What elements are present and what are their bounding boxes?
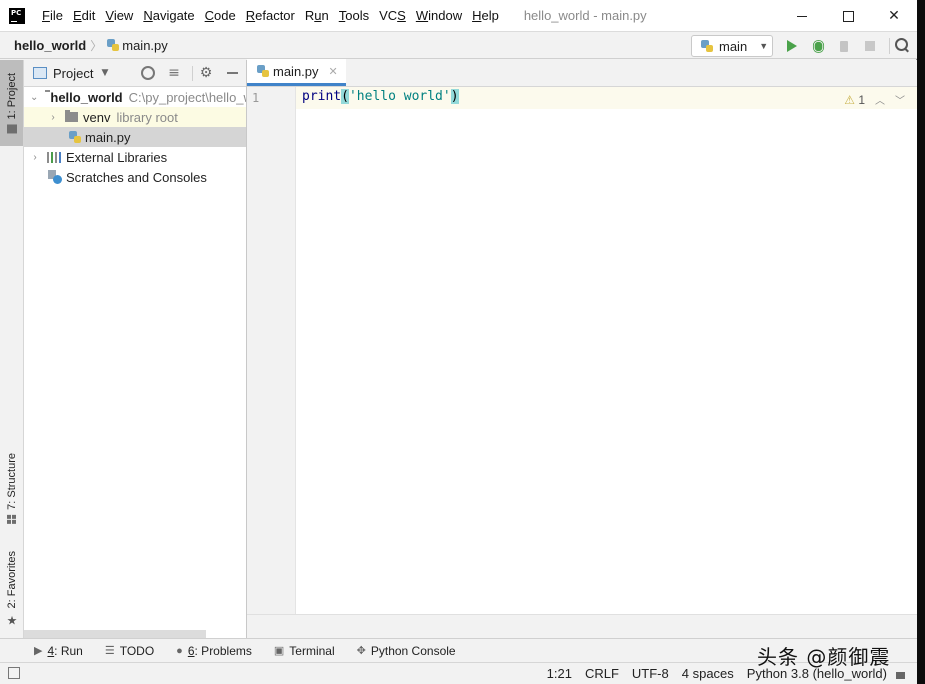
close-icon: ✕: [888, 8, 900, 24]
project-tool-button[interactable]: 1: Project: [0, 60, 23, 146]
structure-tool-button[interactable]: 7: Structure: [0, 445, 23, 531]
chevron-right-icon[interactable]: ›: [48, 112, 58, 123]
python-file-icon: [107, 39, 120, 51]
project-panel-header: Project ▼: [24, 60, 246, 87]
maximize-button[interactable]: [825, 0, 871, 32]
list-icon: ☰: [104, 645, 115, 657]
gear-icon[interactable]: [198, 65, 214, 81]
navigation-bar: hello_world 〉 main.py main ▼: [0, 32, 917, 59]
menu-item-tools[interactable]: Tools: [334, 8, 374, 23]
pycharm-logo-icon: PC: [9, 7, 25, 24]
python-icon: [701, 40, 713, 52]
editor-tabs: main.py ✕: [247, 59, 917, 87]
breadcrumb-project[interactable]: hello_world: [14, 38, 86, 53]
menu-item-help[interactable]: Help: [467, 8, 504, 23]
python-console-tool-tab[interactable]: ✥ Python Console: [357, 644, 456, 658]
terminal-tool-tab[interactable]: ▣ Terminal: [274, 644, 335, 658]
favorites-tool-button[interactable]: ★ 2: Favorites: [0, 544, 23, 634]
collapse-all-icon[interactable]: [166, 65, 182, 81]
project-view-select[interactable]: Project: [53, 66, 93, 81]
line-separator[interactable]: CRLF: [585, 666, 619, 681]
run-configuration-select[interactable]: main ▼: [691, 35, 773, 57]
menu-item-view[interactable]: View: [100, 8, 138, 23]
libraries-icon: [47, 151, 61, 163]
menu-item-window[interactable]: Window: [411, 8, 467, 23]
menu-item-code[interactable]: Code: [200, 8, 241, 23]
chevron-down-icon[interactable]: ⌄: [30, 92, 38, 103]
toolbar-divider: [889, 38, 890, 54]
stop-button[interactable]: [860, 36, 880, 56]
locate-file-icon[interactable]: [140, 65, 156, 81]
watermark-text: 头条 @颜御震: [757, 645, 891, 669]
menu-item-navigate[interactable]: Navigate: [138, 8, 199, 23]
search-everywhere-button[interactable]: [893, 36, 913, 56]
info-icon: ●: [176, 644, 183, 657]
chevron-down-icon[interactable]: ▼: [101, 68, 108, 78]
line-number: 1: [252, 91, 260, 105]
close-tab-icon[interactable]: ✕: [329, 65, 338, 78]
menu-item-refactor[interactable]: Refactor: [241, 8, 300, 23]
tree-item-scratches[interactable]: Scratches and Consoles: [24, 167, 246, 187]
todo-tool-tab[interactable]: ☰ TODO: [105, 644, 154, 658]
structure-icon: [7, 514, 16, 524]
file-encoding[interactable]: UTF-8: [632, 666, 669, 681]
breadcrumb-file[interactable]: main.py: [107, 38, 168, 53]
menu-item-file[interactable]: File: [37, 8, 68, 23]
folder-icon: [6, 124, 17, 134]
menu-item-run[interactable]: Run: [300, 8, 334, 23]
editor-bottom-strip: [247, 614, 917, 638]
horizontal-scrollbar[interactable]: [24, 630, 206, 638]
menu-item-edit[interactable]: Edit: [68, 8, 100, 23]
debug-button[interactable]: [808, 36, 828, 56]
toggle-tool-windows-icon[interactable]: [8, 667, 20, 679]
chevron-down-icon: ▼: [759, 41, 769, 51]
scratches-icon: [48, 170, 62, 184]
editor-gutter: 1: [247, 87, 296, 614]
project-panel: Project ▼ ⌄ hello_world C:\py_project\he…: [24, 60, 247, 638]
menu-item-vcs[interactable]: VCS: [374, 8, 411, 23]
terminal-icon: ▣: [273, 645, 285, 657]
lock-icon[interactable]: [896, 672, 905, 679]
project-tree: ⌄ hello_world C:\py_project\hello_world …: [24, 87, 246, 187]
star-icon: ★: [4, 613, 19, 628]
previous-highlight-icon[interactable]: ︿: [875, 92, 885, 107]
title-bar: PC File Edit View Navigate Code Refactor Run To…: [0, 0, 917, 32]
pycharm-window: PC File Edit View Navigate Code Refactor Run To…: [0, 0, 917, 684]
run-button[interactable]: [782, 36, 802, 56]
desktop-background-edge: [917, 0, 925, 684]
minimize-button[interactable]: [779, 0, 825, 32]
left-tool-stripe: 1: Project 7: Structure ★ 2: Favorites: [0, 60, 24, 638]
header-divider: [192, 66, 193, 81]
tree-item-venv[interactable]: › venv library root: [24, 107, 246, 127]
next-highlight-icon[interactable]: ﹀: [895, 92, 905, 107]
inspection-widget[interactable]: ⚠ 1 ︿ ﹀: [844, 92, 905, 108]
breadcrumb-separator-icon: 〉: [90, 38, 103, 53]
python-console-icon: ✥: [356, 645, 366, 657]
indent-setting[interactable]: 4 spaces: [682, 666, 734, 681]
warning-icon: ⚠: [844, 92, 855, 107]
tree-item-project-root[interactable]: ⌄ hello_world C:\py_project\hello_world: [24, 87, 246, 107]
menu-bar: File Edit View Navigate Code Refactor Run Tools…: [37, 8, 504, 23]
folder-icon: [65, 110, 78, 122]
hide-panel-icon[interactable]: [224, 65, 240, 81]
code-editor[interactable]: print('hello world'): [302, 89, 459, 104]
python-file-icon: [69, 131, 81, 143]
caret-position[interactable]: 1:21: [547, 666, 572, 681]
window-controls: ✕: [779, 0, 917, 32]
window-title: hello_world - main.py: [523, 8, 647, 23]
python-file-icon: [257, 65, 269, 77]
tree-item-main-py[interactable]: main.py: [24, 127, 246, 147]
run-icon: ▶: [34, 645, 43, 657]
tree-item-external-libraries[interactable]: › External Libraries: [24, 147, 246, 167]
warnings-count[interactable]: ⚠ 1: [844, 93, 865, 107]
chevron-right-icon[interactable]: ›: [30, 152, 40, 163]
tab-main-py[interactable]: main.py ✕: [247, 59, 346, 86]
run-tool-tab[interactable]: ▶ 4: Run: [34, 644, 83, 658]
problems-tool-tab[interactable]: ● 6: Problems: [176, 644, 252, 658]
close-button[interactable]: ✕: [871, 0, 917, 32]
editor-area: main.py ✕ 1 print('hello world') ⚠ 1 ︿ ﹀: [247, 59, 917, 638]
run-with-coverage-button[interactable]: [834, 36, 854, 56]
project-view-icon: [33, 67, 47, 79]
